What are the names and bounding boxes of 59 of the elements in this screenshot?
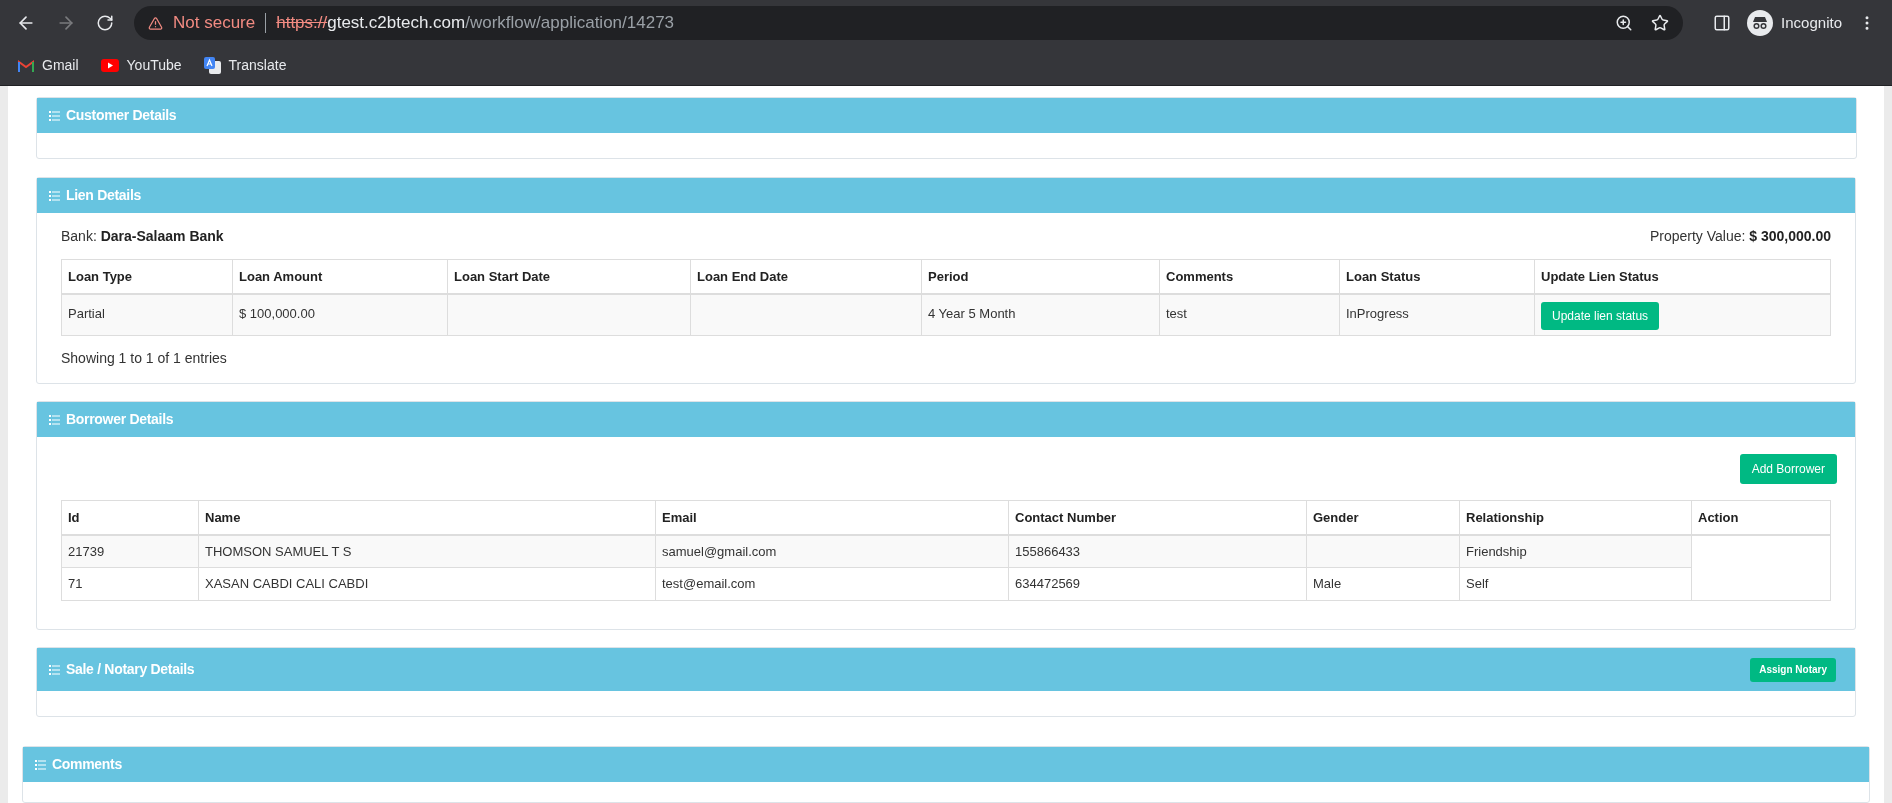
table-cell: 4 Year 5 Month — [921, 293, 1160, 336]
column-header: Name — [198, 500, 656, 535]
security-label: Not secure — [173, 12, 256, 35]
table-cell: 155866433 — [1008, 534, 1307, 568]
side-panel-icon[interactable] — [1713, 14, 1732, 32]
bookmark-link[interactable]: Gmail — [18, 55, 79, 76]
play-icon — [100, 59, 119, 72]
column-header: Relationship — [1459, 500, 1692, 535]
column-header: Loan Start Date — [447, 259, 691, 294]
mail-icon — [18, 59, 34, 72]
incognito-icon — [1747, 10, 1774, 36]
panel-title: Sale / Notary Details — [66, 660, 195, 679]
panel-title: Borrower Details — [66, 410, 174, 429]
column-header: Loan End Date — [690, 259, 922, 294]
url-text: https://gtest.c2btech.com/workflow/application/14273 — [276, 12, 675, 35]
table-cell: Partial — [61, 293, 233, 336]
table-cell: Male — [1306, 567, 1460, 601]
column-header: Id — [61, 500, 199, 535]
panel-title: Lien Details — [66, 186, 141, 205]
translate-icon — [203, 57, 221, 74]
column-header: Action — [1691, 500, 1831, 535]
profile-button[interactable]: Incognito — [1747, 10, 1842, 36]
table-cell: $ 100,000.00 — [232, 293, 448, 336]
reload-icon[interactable] — [96, 14, 114, 32]
table-cell: THOMSON SAMUEL T S — [198, 534, 656, 568]
column-header: Loan Type — [61, 259, 233, 294]
table-cell: 71 — [61, 567, 199, 601]
column-header: Period — [921, 259, 1160, 294]
table-cell: 634472569 — [1008, 567, 1307, 601]
bookmark-link[interactable]: Translate — [203, 55, 287, 76]
table-cell: 21739 — [61, 534, 199, 568]
table-cell: test — [1159, 293, 1340, 336]
list-icon — [49, 664, 60, 675]
table-cell: InProgress — [1339, 293, 1535, 336]
column-header: Contact Number — [1008, 500, 1307, 535]
bookmark-link[interactable]: YouTube — [100, 55, 182, 76]
column-header: Comments — [1159, 259, 1340, 294]
column-header: Update Lien Status — [1534, 259, 1831, 294]
list-icon — [49, 190, 60, 201]
table-cell: Friendship — [1459, 534, 1692, 568]
entries-info: Showing 1 to 1 of 1 entries — [61, 349, 228, 368]
star-icon[interactable] — [1651, 14, 1670, 32]
list-icon — [49, 414, 60, 425]
column-header: Loan Amount — [232, 259, 448, 294]
list-icon — [35, 759, 46, 770]
panel-title: Customer Details — [66, 106, 177, 125]
warning-icon[interactable] — [148, 15, 163, 31]
panel-title: Comments — [52, 755, 122, 774]
table-cell: test@email.com — [655, 567, 1009, 601]
column-header: Loan Status — [1339, 259, 1535, 294]
address-bar[interactable]: Not secure https://gtest.c2btech.com/workflow/application/14273 — [134, 6, 1684, 40]
column-header: Email — [655, 500, 1009, 535]
zoom-icon[interactable] — [1615, 14, 1634, 32]
bank-label: Bank: Dara-Salaam Bank — [61, 227, 224, 246]
table-cell: XASAN CABDI CALI CABDI — [198, 567, 656, 601]
table-cell: samuel@gmail.com — [655, 534, 1009, 568]
list-icon — [49, 110, 60, 121]
column-header: Gender — [1306, 500, 1460, 535]
property-value: Property Value: $ 300,000.00 — [1649, 227, 1831, 246]
